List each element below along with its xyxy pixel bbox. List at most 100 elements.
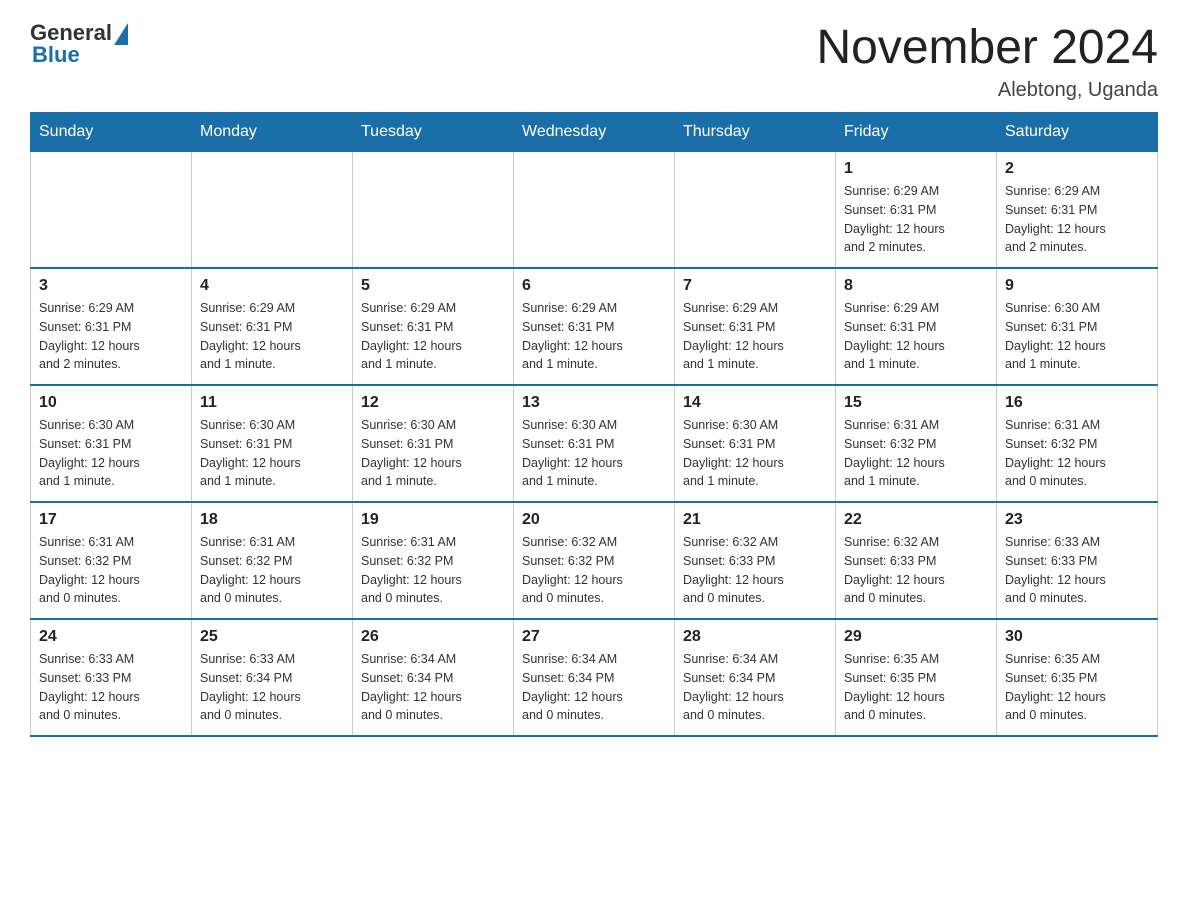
page-header: General Blue November 2024 Alebtong, Uga… [30,20,1158,102]
calendar-cell: 25Sunrise: 6:33 AMSunset: 6:34 PMDayligh… [192,619,353,736]
calendar-cell: 19Sunrise: 6:31 AMSunset: 6:32 PMDayligh… [353,502,514,619]
calendar-cell: 24 Sunrise: 6:33 AMSunset: 6:33 PMDayligh… [31,619,192,736]
calendar-cell: 15 Sunrise: 6:31 AMSunset: 6:32 PMDayligh… [836,385,997,502]
day-number: 21 [683,511,827,529]
day-info: Sunrise: 6:33 AMSunset: 6:33 PMDaylight:… [1005,533,1149,608]
day-info: Sunrise: 6:30 AMSunset: 6:31 PMDaylight:… [1005,299,1149,374]
day-number: 10 [39,394,183,412]
day-number: 19 [361,511,505,529]
day-number: 27 [522,628,666,646]
day-number: 13 [522,394,666,412]
day-info: Sunrise: 6:33 AMSunset: 6:33 PMDaylight:… [39,650,183,725]
day-number: 17 [39,511,183,529]
day-number: 20 [522,511,666,529]
day-number: 23 [1005,511,1149,529]
day-number: 16 [1005,394,1149,412]
calendar-cell: 14 Sunrise: 6:30 AMSunset: 6:31 PMDayligh… [675,385,836,502]
calendar-cell: 12 Sunrise: 6:30 AMSunset: 6:31 PMDayligh… [353,385,514,502]
calendar-week-row: 24 Sunrise: 6:33 AMSunset: 6:33 PMDayligh… [31,619,1158,736]
day-info: Sunrise: 6:30 AMSunset: 6:31 PMDaylight:… [522,416,666,491]
day-number: 8 [844,277,988,295]
calendar-cell: 22 Sunrise: 6:32 AMSunset: 6:33 PMDayligh… [836,502,997,619]
calendar-cell: 18 Sunrise: 6:31 AMSunset: 6:32 PMDayligh… [192,502,353,619]
calendar-week-row: 10 Sunrise: 6:30 AMSunset: 6:31 PMDayligh… [31,385,1158,502]
calendar-cell: 8 Sunrise: 6:29 AMSunset: 6:31 PMDaylight… [836,268,997,385]
calendar-cell: 2 Sunrise: 6:29 AMSunset: 6:31 PMDaylight… [997,152,1158,269]
day-number: 1 [844,160,988,178]
calendar-cell [514,152,675,269]
calendar-cell: 29 Sunrise: 6:35 AMSunset: 6:35 PMDayligh… [836,619,997,736]
weekday-header-wednesday: Wednesday [514,113,675,152]
day-info: Sunrise: 6:30 AMSunset: 6:31 PMDaylight:… [39,416,183,491]
day-number: 24 [39,628,183,646]
calendar-cell: 1 Sunrise: 6:29 AMSunset: 6:31 PMDaylight… [836,152,997,269]
calendar-cell: 3Sunrise: 6:29 AMSunset: 6:31 PMDaylight… [31,268,192,385]
day-number: 14 [683,394,827,412]
day-number: 7 [683,277,827,295]
calendar-cell: 13 Sunrise: 6:30 AMSunset: 6:31 PMDayligh… [514,385,675,502]
calendar-cell: 9 Sunrise: 6:30 AMSunset: 6:31 PMDaylight… [997,268,1158,385]
day-info: Sunrise: 6:35 AMSunset: 6:35 PMDaylight:… [844,650,988,725]
day-info: Sunrise: 6:31 AMSunset: 6:32 PMDaylight:… [39,533,183,608]
day-number: 11 [200,394,344,412]
day-info: Sunrise: 6:34 AMSunset: 6:34 PMDaylight:… [522,650,666,725]
day-number: 22 [844,511,988,529]
day-info: Sunrise: 6:29 AMSunset: 6:31 PMDaylight:… [361,299,505,374]
calendar-cell: 30 Sunrise: 6:35 AMSunset: 6:35 PMDayligh… [997,619,1158,736]
day-number: 3 [39,277,183,295]
day-number: 29 [844,628,988,646]
calendar-cell: 27 Sunrise: 6:34 AMSunset: 6:34 PMDayligh… [514,619,675,736]
day-info: Sunrise: 6:30 AMSunset: 6:31 PMDaylight:… [361,416,505,491]
weekday-header-row: SundayMondayTuesdayWednesdayThursdayFrid… [31,113,1158,152]
calendar-cell [675,152,836,269]
day-number: 18 [200,511,344,529]
calendar-week-row: 17 Sunrise: 6:31 AMSunset: 6:32 PMDayligh… [31,502,1158,619]
day-number: 30 [1005,628,1149,646]
calendar-cell: 23 Sunrise: 6:33 AMSunset: 6:33 PMDayligh… [997,502,1158,619]
weekday-header-thursday: Thursday [675,113,836,152]
day-info: Sunrise: 6:35 AMSunset: 6:35 PMDaylight:… [1005,650,1149,725]
calendar-cell: 21 Sunrise: 6:32 AMSunset: 6:33 PMDayligh… [675,502,836,619]
day-info: Sunrise: 6:32 AMSunset: 6:33 PMDaylight:… [844,533,988,608]
calendar-table: SundayMondayTuesdayWednesdayThursdayFrid… [30,112,1158,737]
day-number: 9 [1005,277,1149,295]
day-info: Sunrise: 6:30 AMSunset: 6:31 PMDaylight:… [200,416,344,491]
calendar-cell: 11 Sunrise: 6:30 AMSunset: 6:31 PMDayligh… [192,385,353,502]
calendar-cell: 28 Sunrise: 6:34 AMSunset: 6:34 PMDayligh… [675,619,836,736]
day-info: Sunrise: 6:32 AMSunset: 6:33 PMDaylight:… [683,533,827,608]
day-info: Sunrise: 6:34 AMSunset: 6:34 PMDaylight:… [361,650,505,725]
day-info: Sunrise: 6:29 AMSunset: 6:31 PMDaylight:… [522,299,666,374]
calendar-cell: 4 Sunrise: 6:29 AMSunset: 6:31 PMDaylight… [192,268,353,385]
month-title: November 2024 [816,20,1158,75]
day-info: Sunrise: 6:29 AMSunset: 6:31 PMDaylight:… [1005,182,1149,257]
day-number: 12 [361,394,505,412]
calendar-cell: 16 Sunrise: 6:31 AMSunset: 6:32 PMDayligh… [997,385,1158,502]
calendar-cell: 17 Sunrise: 6:31 AMSunset: 6:32 PMDayligh… [31,502,192,619]
location-label: Alebtong, Uganda [816,79,1158,102]
weekday-header-tuesday: Tuesday [353,113,514,152]
day-info: Sunrise: 6:30 AMSunset: 6:31 PMDaylight:… [683,416,827,491]
day-info: Sunrise: 6:29 AMSunset: 6:31 PMDaylight:… [844,182,988,257]
logo: General Blue [30,20,128,68]
day-number: 4 [200,277,344,295]
weekday-header-monday: Monday [192,113,353,152]
weekday-header-sunday: Sunday [31,113,192,152]
calendar-cell [31,152,192,269]
calendar-cell: 26Sunrise: 6:34 AMSunset: 6:34 PMDayligh… [353,619,514,736]
day-number: 28 [683,628,827,646]
day-number: 15 [844,394,988,412]
day-number: 2 [1005,160,1149,178]
day-info: Sunrise: 6:29 AMSunset: 6:31 PMDaylight:… [844,299,988,374]
weekday-header-friday: Friday [836,113,997,152]
day-info: Sunrise: 6:33 AMSunset: 6:34 PMDaylight:… [200,650,344,725]
calendar-cell: 10 Sunrise: 6:30 AMSunset: 6:31 PMDayligh… [31,385,192,502]
calendar-cell: 7Sunrise: 6:29 AMSunset: 6:31 PMDaylight… [675,268,836,385]
calendar-cell: 6Sunrise: 6:29 AMSunset: 6:31 PMDaylight… [514,268,675,385]
weekday-header-saturday: Saturday [997,113,1158,152]
day-info: Sunrise: 6:29 AMSunset: 6:31 PMDaylight:… [200,299,344,374]
day-info: Sunrise: 6:31 AMSunset: 6:32 PMDaylight:… [1005,416,1149,491]
day-info: Sunrise: 6:34 AMSunset: 6:34 PMDaylight:… [683,650,827,725]
day-info: Sunrise: 6:31 AMSunset: 6:32 PMDaylight:… [844,416,988,491]
day-info: Sunrise: 6:31 AMSunset: 6:32 PMDaylight:… [200,533,344,608]
calendar-week-row: 1 Sunrise: 6:29 AMSunset: 6:31 PMDaylight… [31,152,1158,269]
